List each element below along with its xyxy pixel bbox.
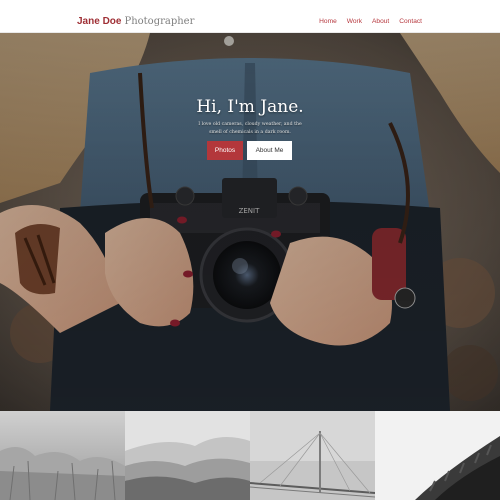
gallery-tile-grass[interactable] (0, 411, 125, 500)
site-header: Jane Doe Photographer Home Work About Con… (0, 0, 500, 33)
nav-work[interactable]: Work (347, 18, 362, 25)
brand-suffix: Photographer (124, 16, 195, 27)
nav-about[interactable]: About (372, 18, 389, 25)
main-nav: Home Work About Contact (319, 18, 422, 25)
site-logo[interactable]: Jane Doe Photographer (77, 15, 194, 29)
bridge-photo (250, 411, 375, 500)
hero-content: Hi, I'm Jane. I love old cameras, cloudy… (0, 33, 500, 411)
nav-home[interactable]: Home (319, 18, 337, 25)
gallery-tile-bridge[interactable] (250, 411, 375, 500)
gallery-tile-forest[interactable] (375, 411, 500, 500)
grass-photo (0, 411, 125, 500)
gallery-tile-mountains[interactable] (125, 411, 250, 500)
mountains-photo (125, 411, 250, 500)
about-me-button[interactable]: About Me (247, 141, 292, 160)
hero-section: ZENIT Hi, I'm Jane. I love old cameras, … (0, 33, 500, 411)
brand-name: Jane Doe (77, 16, 122, 27)
gallery-strip (0, 411, 500, 500)
hero-subtitle: I love old cameras, cloudy weather, and … (198, 122, 302, 135)
photos-button[interactable]: Photos (207, 141, 243, 160)
hero-title: Hi, I'm Jane. (196, 97, 304, 117)
forest-photo (375, 411, 500, 500)
nav-contact[interactable]: Contact (399, 18, 422, 25)
